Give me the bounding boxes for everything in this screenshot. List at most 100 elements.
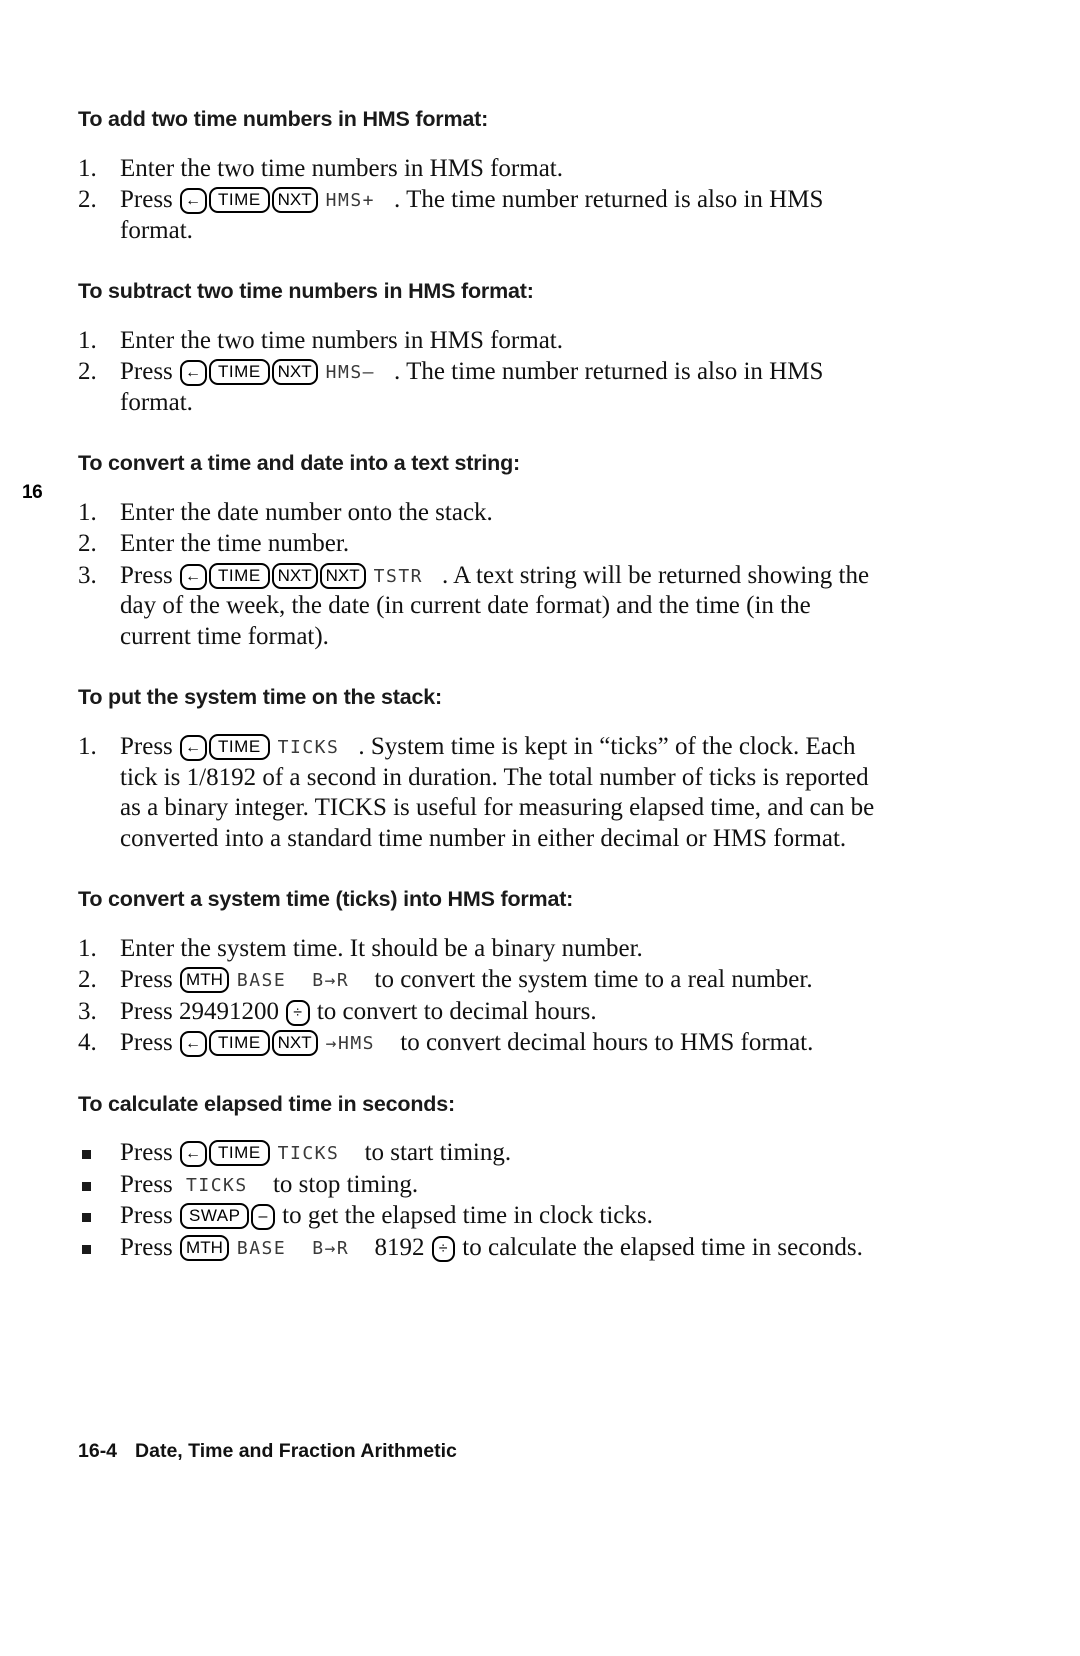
key-left-shift: ←: [180, 360, 208, 387]
body-text: to get the elapsed time in clock ticks.: [275, 1202, 653, 1230]
menu-label-base: BASE: [232, 969, 291, 993]
body-text: Enter the system time. It should be a bi…: [120, 934, 643, 962]
step-number: 3.: [78, 561, 97, 589]
menu-label-to-hms: →HMS: [321, 1032, 380, 1056]
numbered-step: 3. Press ← TIME NXT NXT TSTR. A text string w…: [78, 561, 878, 653]
key-time: TIME: [209, 359, 270, 386]
menu-label-tstr: TSTR: [369, 565, 428, 589]
numbered-step: 1. Enter the system time. It should be a …: [78, 934, 878, 965]
body-text: Press: [120, 358, 180, 386]
footer-page-number: 16-4: [78, 1440, 118, 1462]
step-number: 2.: [78, 358, 97, 386]
numbered-step: 2. Press ← TIME NXT HMS+. The time number re…: [78, 185, 878, 246]
key-minus: –: [251, 1204, 275, 1231]
bullet-item: Press ← TIME TICKS to start timing.: [78, 1138, 878, 1169]
body-text: Enter the two time numbers in HMS format…: [120, 154, 563, 182]
key-time: TIME: [209, 562, 270, 589]
numbered-step: 2. Press ← TIME NXT HMS–. The time number re…: [78, 357, 878, 418]
key-nxt: NXT: [271, 359, 318, 386]
key-divide: ÷: [286, 999, 310, 1026]
key-nxt: NXT: [271, 562, 318, 589]
key-time: TIME: [209, 734, 270, 761]
key-divide: ÷: [431, 1235, 456, 1262]
step-number: 1.: [78, 498, 97, 526]
menu-label-b-to-r: B→R: [307, 1237, 354, 1261]
numbered-step: 3. Press 29491200 ÷ to convert to decimal…: [78, 997, 878, 1028]
key-swap: SWAP: [180, 1203, 250, 1230]
body-text: to convert decimal hours to HMS format.: [394, 1029, 814, 1057]
key-nxt: NXT: [271, 187, 318, 214]
key-time: TIME: [209, 1140, 270, 1167]
section-block: To convert a time and date into a text s…: [78, 452, 878, 652]
key-nxt: NXT: [319, 562, 366, 589]
numbered-step: 1. Enter the two time numbers in HMS form…: [78, 326, 878, 357]
numbered-step-list: 1. Press ← TIME TICKS. System time is kept …: [78, 732, 878, 854]
bullet-item: Press SWAP – to get the elapsed time in c…: [78, 1201, 878, 1232]
square-bullet-icon: [82, 1244, 91, 1254]
step-number: 3.: [78, 997, 97, 1025]
body-text: to convert the system time to a real num…: [368, 966, 813, 994]
square-bullet-icon: [82, 1150, 91, 1160]
square-bullet-icon: [82, 1213, 91, 1223]
manual-page: 16 To add two time numbers in HMS format…: [0, 0, 1080, 1656]
key-time: TIME: [209, 187, 270, 214]
bullet-list: Press ← TIME TICKS to start timing. Press T…: [78, 1138, 878, 1263]
body-text: Press: [120, 186, 180, 214]
key-left-shift: ←: [180, 563, 208, 590]
body-text: 8192: [368, 1233, 431, 1261]
body-text: Press: [120, 1233, 180, 1261]
step-number: 1.: [78, 733, 97, 761]
key-left-shift: ←: [180, 1031, 208, 1058]
menu-label-hms-minus: HMS–: [321, 361, 380, 385]
step-number: 2.: [78, 966, 97, 994]
menu-label-hms-plus: HMS+: [321, 189, 380, 213]
body-text: Press: [120, 1029, 180, 1057]
section-heading: To add two time numbers in HMS format:: [78, 107, 489, 131]
footer-section-title: Date, Time and Fraction Arithmetic: [135, 1440, 457, 1462]
key-mth: MTH: [180, 967, 229, 994]
numbered-step: 1. Press ← TIME TICKS. System time is kept …: [78, 732, 878, 854]
numbered-step: 1. Enter the date number onto the stack.: [78, 498, 878, 529]
section-heading: To convert a system time (ticks) into HM…: [78, 887, 574, 912]
numbered-step-list: 1. Enter the two time numbers in HMS form…: [78, 326, 878, 419]
bullet-item: Press TICKS to stop timing.: [78, 1170, 878, 1201]
numbered-step: 1. Enter the two time numbers in HMS form…: [78, 154, 878, 185]
menu-label-ticks: TICKS: [273, 736, 345, 760]
numbered-step: 4. Press ← TIME NXT →HMS to convert decimal …: [78, 1028, 878, 1059]
body-text: to stop timing.: [266, 1170, 419, 1198]
step-number: 2.: [78, 186, 97, 214]
key-left-shift: ←: [180, 1141, 208, 1168]
page-content: To add two time numbers in HMS format: 1.…: [78, 107, 878, 1264]
menu-label-b-to-r: B→R: [307, 969, 354, 993]
section-block: To subtract two time numbers in HMS form…: [78, 279, 878, 419]
chapter-tab-number: 16: [22, 482, 43, 503]
body-text: to start timing.: [358, 1139, 512, 1167]
body-text: Enter the date number onto the stack.: [120, 498, 493, 526]
step-number: 4.: [78, 1029, 97, 1057]
key-nxt: NXT: [271, 1030, 318, 1057]
body-text: Press: [120, 1202, 180, 1230]
body-text: Press 29491200: [120, 997, 286, 1025]
key-left-shift: ←: [180, 188, 208, 215]
numbered-step: 2. Enter the time number.: [78, 529, 878, 560]
body-text: Enter the two time numbers in HMS format…: [120, 326, 563, 354]
section-heading: To convert a time and date into a text s…: [78, 451, 520, 476]
section-heading: To put the system time on the stack:: [78, 685, 442, 710]
key-mth: MTH: [180, 1234, 229, 1261]
numbered-step: 2. Press MTH BASE B→R to convert the system…: [78, 965, 878, 996]
body-text: Press: [120, 561, 180, 589]
numbered-step-list: 1. Enter the date number onto the stack. 2…: [78, 498, 878, 653]
menu-label-ticks: TICKS: [181, 1174, 253, 1198]
numbered-step-list: 1. Enter the two time numbers in HMS form…: [78, 154, 878, 247]
numbered-step-list: 1. Enter the system time. It should be a …: [78, 934, 878, 1059]
section-block: To convert a system time (ticks) into HM…: [78, 887, 878, 1059]
section-block: To add two time numbers in HMS format: 1.…: [78, 107, 878, 247]
key-time: TIME: [209, 1030, 270, 1057]
step-number: 1.: [78, 934, 97, 962]
menu-label-ticks: TICKS: [273, 1142, 345, 1166]
key-left-shift: ←: [180, 735, 208, 762]
body-text: to convert to decimal hours.: [310, 997, 597, 1025]
square-bullet-icon: [82, 1181, 91, 1191]
step-number: 1.: [78, 326, 97, 354]
menu-label-base: BASE: [232, 1237, 291, 1261]
